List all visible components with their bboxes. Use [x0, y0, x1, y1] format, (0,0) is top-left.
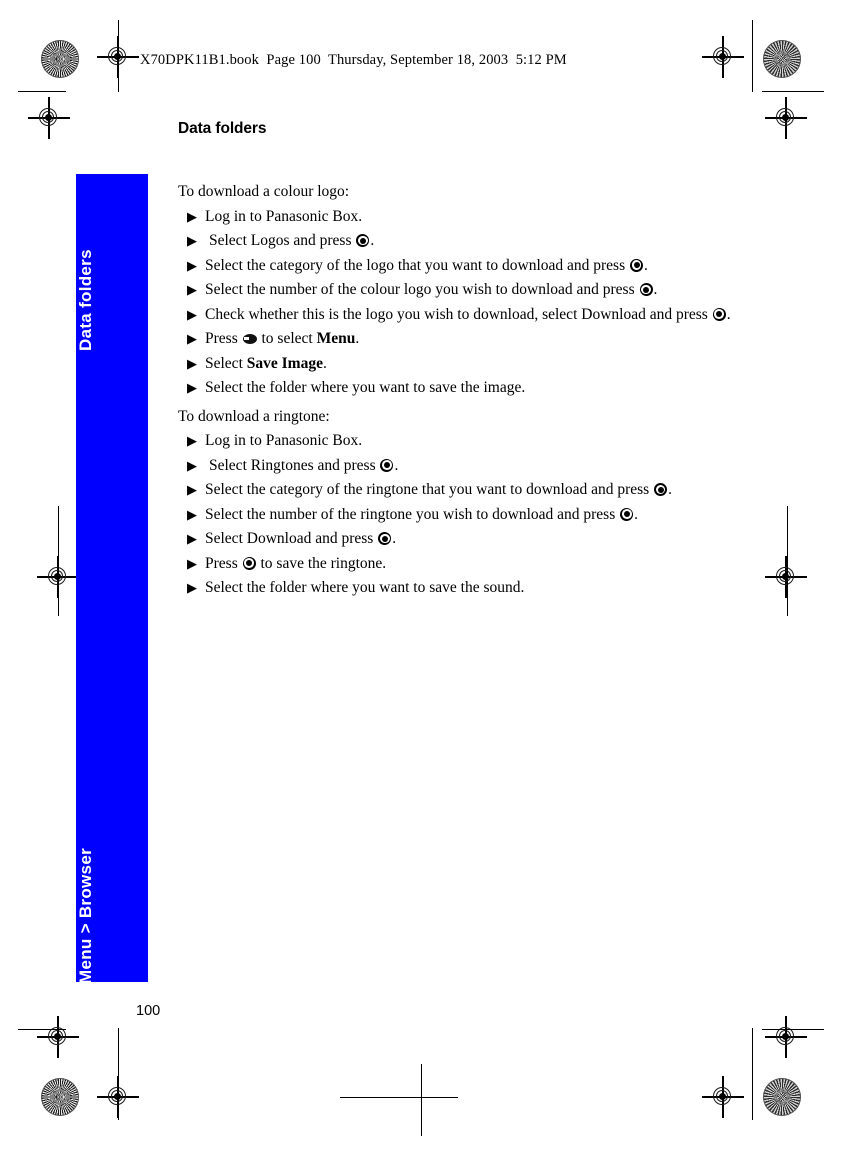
step-text: Select Ringtones and press .	[209, 456, 399, 474]
registration-starburst-icon	[41, 1078, 79, 1116]
step-list: ▶ Log in to Panasonic Box. ▶ Select Rington…	[178, 429, 798, 600]
step-item: ▶ Check whether this is the logo you wish…	[178, 303, 798, 327]
bullet-arrow-icon: ▶	[187, 331, 197, 346]
side-tab-label-top: Data folders	[76, 249, 95, 351]
select-key-icon	[654, 483, 668, 496]
trim-mark	[58, 506, 60, 616]
step-text: Select the category of the logo that you…	[205, 256, 648, 274]
bullet-arrow-icon: ▶	[187, 433, 197, 448]
step-item: ▶ Select the category of the ringtone tha…	[178, 478, 798, 502]
select-key-icon	[712, 307, 726, 321]
step-item: ▶ Select the folder where you want to sav…	[178, 376, 798, 400]
side-tab-label-bottom: Menu > Browser	[76, 848, 95, 985]
step-text: Select Download and press .	[205, 530, 397, 547]
step-text: Press to save the ringtone.	[205, 554, 387, 572]
trim-mark	[421, 1064, 423, 1136]
step-item: ▶ Log in to Panasonic Box.	[178, 205, 798, 229]
step-text: Select the category of the ringtone that…	[205, 481, 672, 498]
trim-mark	[752, 20, 754, 92]
section-intro: To download a ringtone:	[178, 407, 330, 425]
bullet-arrow-icon: ▶	[187, 580, 197, 595]
select-key-icon	[620, 507, 634, 521]
step-item: ▶ Select Logos and press .	[178, 229, 798, 253]
select-key-icon	[356, 234, 370, 247]
step-text: Select Save Image.	[205, 354, 327, 372]
step-text: Log in to Panasonic Box.	[205, 207, 363, 225]
step-text: Press to select Menu.	[205, 330, 360, 347]
bullet-arrow-icon: ▶	[187, 457, 197, 473]
trim-mark	[762, 1029, 824, 1031]
step-text: Select the number of the ringtone you wi…	[205, 505, 638, 523]
bullet-arrow-icon: ▶	[187, 531, 197, 546]
step-item: ▶ Select the category of the logo that yo…	[178, 254, 798, 278]
registration-starburst-icon	[763, 40, 801, 78]
registration-target-icon	[702, 36, 744, 78]
emphasis-text: Menu	[316, 330, 356, 347]
step-text: Select the folder where you want to save…	[205, 379, 526, 396]
step-item: ▶ Select the number of the ringtone you w…	[178, 503, 798, 527]
step-item: ▶ Press to save the ringtone.	[178, 552, 798, 576]
step-text: Select the number of the colour logo you…	[205, 281, 658, 298]
registration-starburst-icon	[763, 1078, 801, 1116]
running-header: X70DPK11B1.book Page 100 Thursday, Septe…	[140, 52, 567, 68]
registration-starburst-icon	[41, 40, 79, 78]
select-key-icon	[630, 258, 643, 272]
bullet-arrow-icon: ▶	[187, 506, 197, 522]
trim-mark	[18, 91, 66, 93]
registration-target-icon	[702, 1076, 744, 1118]
trim-mark	[118, 20, 120, 92]
bullet-arrow-icon: ▶	[187, 380, 197, 395]
step-item: ▶ Select Download and press .	[178, 527, 798, 551]
registration-target-icon	[28, 97, 70, 139]
step-text: Log in to Panasonic Box.	[205, 432, 363, 449]
page-number: 100	[136, 1003, 161, 1019]
step-item: ▶ Press to select Menu.	[178, 327, 798, 351]
registration-target-icon	[765, 1016, 807, 1058]
document-page: X70DPK11B1.book Page 100 Thursday, Septe…	[0, 0, 843, 1156]
select-key-icon	[378, 532, 392, 545]
trim-mark	[18, 1029, 66, 1031]
step-list: ▶ Log in to Panasonic Box. ▶ Select Logos a…	[178, 205, 798, 400]
bullet-arrow-icon: ▶	[187, 257, 197, 273]
step-item: ▶ Select Ringtones and press .	[178, 454, 798, 478]
sections-container: To download a colour logo: ▶ Log in to Pan…	[178, 180, 798, 600]
select-key-icon	[639, 283, 653, 296]
registration-target-icon	[37, 1016, 79, 1058]
bullet-arrow-icon: ▶	[187, 282, 197, 297]
bullet-arrow-icon: ▶	[187, 233, 197, 248]
step-item: ▶ Select Save Image.	[178, 352, 798, 376]
emphasis-text: Save Image	[246, 354, 323, 372]
select-key-icon	[242, 556, 256, 570]
bullet-arrow-icon: ▶	[187, 306, 197, 322]
trim-mark	[762, 91, 824, 93]
trim-mark	[118, 1028, 120, 1120]
step-item: ▶ Select the number of the colour logo yo…	[178, 278, 798, 302]
menu-key-icon	[242, 334, 257, 344]
step-item: ▶ Select the folder where you want to sav…	[178, 576, 798, 600]
side-tab: Data folders Menu > Browser	[76, 174, 148, 985]
bullet-arrow-icon: ▶	[187, 555, 197, 571]
bullet-arrow-icon: ▶	[187, 208, 197, 224]
page-content: Data folders To download a colour logo: ▶…	[178, 120, 798, 600]
page-title: Data folders	[178, 120, 267, 137]
step-item: ▶ Log in to Panasonic Box.	[178, 429, 798, 453]
trim-mark	[340, 1097, 458, 1099]
bullet-arrow-icon: ▶	[187, 355, 197, 371]
step-text: Select the folder where you want to save…	[205, 579, 525, 596]
step-text: Select Logos and press .	[209, 232, 375, 249]
bullet-arrow-icon: ▶	[187, 482, 197, 497]
step-text: Check whether this is the logo you wish …	[205, 305, 731, 323]
trim-mark	[752, 1028, 754, 1120]
section-intro: To download a colour logo:	[178, 183, 350, 200]
select-key-icon	[380, 458, 394, 472]
